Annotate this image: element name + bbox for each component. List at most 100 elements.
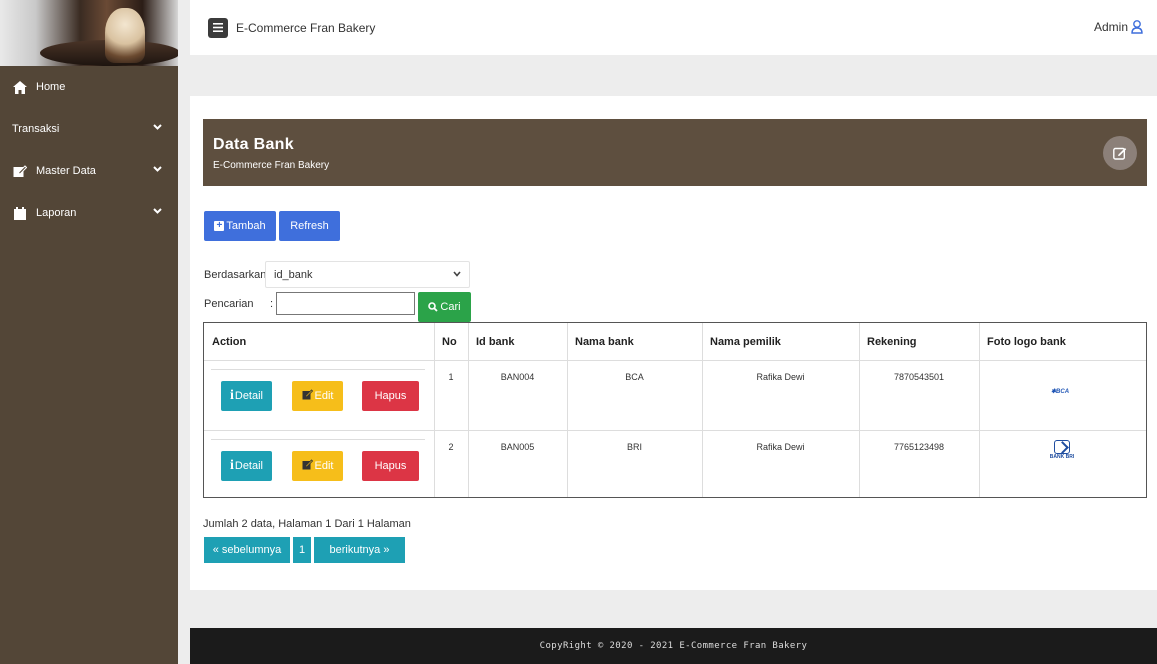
column-header-foto-logo: Foto logo bank <box>987 336 1066 348</box>
cell-nama-pemilik: Rafika Dewi <box>756 442 805 452</box>
detail-button-label: Detail <box>234 460 263 472</box>
column-divider <box>702 323 703 497</box>
add-button-label: Tambah <box>226 220 266 232</box>
page-subtitle: E-Commerce Fran Bakery <box>213 160 330 171</box>
edit-button[interactable]: Edit <box>292 451 343 481</box>
card-header: Data Bank E-Commerce Fran Bakery <box>203 119 1147 186</box>
topbar: E-Commerce Fran Bakery Admin <box>190 0 1157 55</box>
sidebar: Home Transaksi Master Data Laporan <box>0 0 178 664</box>
edit-icon <box>302 389 313 403</box>
row-divider <box>204 360 1146 361</box>
info-icon: i <box>229 388 234 403</box>
page-number: 1 <box>298 544 306 556</box>
next-page-label: berikutnya » <box>329 544 390 556</box>
action-row-line <box>211 369 425 370</box>
bca-logo: ✱BCA <box>1051 389 1070 395</box>
bri-logo-mark <box>1054 440 1070 454</box>
logo-cake <box>105 8 145 63</box>
refresh-button-label: Refresh <box>290 220 329 232</box>
column-divider <box>567 323 568 497</box>
app-title: E-Commerce Fran Bakery <box>236 20 376 35</box>
copyright-text: CopyRight © 2020 - 2021 E-Commerce Fran … <box>539 641 808 651</box>
cell-rekening: 7870543501 <box>893 372 945 382</box>
menu-toggle-button[interactable] <box>208 17 228 38</box>
detail-button[interactable]: i Detail <box>221 451 272 481</box>
row-divider <box>204 430 1146 431</box>
cell-no: 1 <box>448 372 454 382</box>
column-divider <box>468 323 469 497</box>
cell-id-bank: BAN005 <box>500 442 535 452</box>
chevron-down-icon <box>153 164 162 175</box>
sidebar-item-master-data[interactable]: Master Data <box>0 150 178 192</box>
cell-no: 2 <box>448 442 454 452</box>
bank-table: Action No Id bank Nama bank Nama pemilik… <box>203 322 1147 498</box>
delete-button-label: Hapus <box>374 460 407 472</box>
sidebar-item-label: Master Data <box>36 165 96 177</box>
home-icon <box>12 80 28 94</box>
add-button[interactable]: + Tambah <box>204 211 276 241</box>
cell-nama-bank: BCA <box>625 372 644 382</box>
search-button[interactable]: Cari <box>418 292 471 322</box>
edit-icon <box>302 459 313 473</box>
cell-nama-bank: BRI <box>626 442 642 452</box>
cell-rekening: 7765123498 <box>893 442 945 452</box>
bank-data-card: Data Bank E-Commerce Fran Bakery + Tamba… <box>190 96 1157 590</box>
user-name: Admin <box>1093 20 1128 34</box>
sidebar-item-label: Transaksi <box>12 123 60 135</box>
prev-page-label: « sebelumnya <box>212 544 282 556</box>
filter-by-label: Berdasarkan: <box>204 269 270 281</box>
bca-logo-text: BCA <box>1056 389 1070 395</box>
info-icon: i <box>229 458 234 473</box>
column-header-nama-pemilik: Nama pemilik <box>710 336 781 348</box>
edit-button[interactable]: Edit <box>292 381 343 411</box>
user-menu[interactable]: Admin <box>1094 20 1143 34</box>
search-colon: : <box>270 298 274 310</box>
chevron-down-icon <box>153 206 162 217</box>
delete-button-label: Hapus <box>374 390 407 402</box>
column-header-rekening: Rekening <box>867 336 917 348</box>
column-header-nama-bank: Nama bank <box>575 336 634 348</box>
sidebar-item-laporan[interactable]: Laporan <box>0 192 178 234</box>
delete-button[interactable]: Hapus <box>362 381 419 411</box>
next-page-button[interactable]: berikutnya » <box>314 537 405 563</box>
sidebar-item-label: Laporan <box>36 207 77 219</box>
filter-by-select[interactable]: id_bank <box>265 261 470 288</box>
footer: CopyRight © 2020 - 2021 E-Commerce Fran … <box>190 628 1157 664</box>
header-edit-button[interactable] <box>1103 136 1137 170</box>
search-icon <box>428 302 439 312</box>
sidebar-item-home[interactable]: Home <box>0 66 178 108</box>
plus-icon: + <box>214 221 225 231</box>
chevron-down-icon <box>153 122 162 133</box>
page-1-button[interactable]: 1 <box>293 537 311 563</box>
column-header-id-bank: Id bank <box>476 336 515 348</box>
edit-icon <box>12 164 28 178</box>
pagination-summary: Jumlah 2 data, Halaman 1 Dari 1 Halaman <box>203 518 411 530</box>
filter-by-value: id_bank <box>274 268 313 281</box>
detail-button-label: Detail <box>234 390 263 402</box>
search-button-label: Cari <box>440 301 461 313</box>
hamburger-icon <box>213 23 223 32</box>
chevron-down-icon <box>453 269 461 279</box>
search-input[interactable] <box>276 292 415 315</box>
column-header-action: Action <box>212 336 247 348</box>
user-icon <box>1131 20 1143 34</box>
column-divider <box>434 323 435 497</box>
delete-button[interactable]: Hapus <box>362 451 419 481</box>
sidebar-item-transaksi[interactable]: Transaksi <box>0 108 178 150</box>
column-header-no: No <box>442 336 457 348</box>
bri-logo: BANK BRI <box>1042 440 1082 460</box>
prev-page-button[interactable]: « sebelumnya <box>204 537 290 563</box>
edit-button-label: Edit <box>314 390 334 402</box>
search-label: Pencarian <box>204 298 254 310</box>
edit-button-label: Edit <box>314 460 334 472</box>
column-divider <box>979 323 980 497</box>
calendar-icon <box>12 206 28 220</box>
detail-button[interactable]: i Detail <box>221 381 272 411</box>
edit-icon <box>1113 147 1127 160</box>
refresh-button[interactable]: Refresh <box>279 211 340 241</box>
action-row-line <box>211 439 425 440</box>
cell-nama-pemilik: Rafika Dewi <box>756 372 805 382</box>
cell-id-bank: BAN004 <box>500 372 535 382</box>
sidebar-item-label: Home <box>36 81 66 93</box>
bri-logo-text: BANK BRI <box>1049 454 1075 460</box>
